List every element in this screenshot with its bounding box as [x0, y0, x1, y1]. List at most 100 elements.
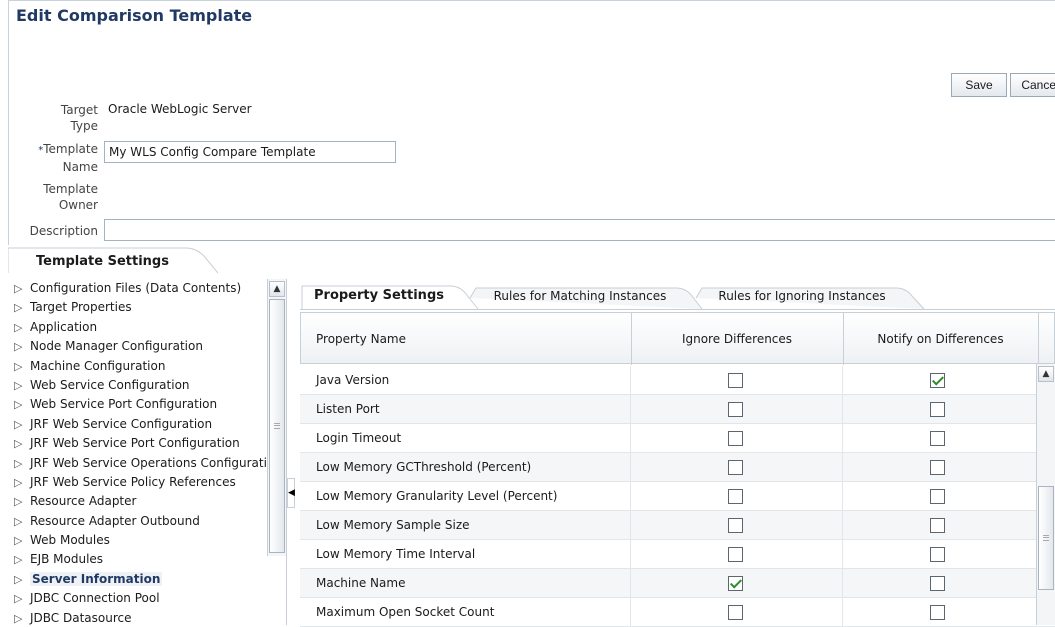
triangle-right-icon[interactable]: ▷: [14, 454, 30, 473]
ignore-differences-checkbox[interactable]: [728, 402, 743, 417]
property-name-cell: Low Memory Sample Size: [316, 518, 470, 532]
triangle-right-icon[interactable]: ▷: [14, 357, 30, 376]
triangle-right-icon[interactable]: ▷: [14, 492, 30, 511]
grid-header: Property Name Ignore Differences Notify …: [300, 312, 1055, 365]
tabs-divider: [300, 309, 1055, 310]
tree-item-label: JDBC Datasource: [30, 610, 132, 625]
triangle-right-icon[interactable]: ▷: [14, 395, 30, 414]
description-input[interactable]: [104, 219, 1055, 241]
notify-differences-checkbox[interactable]: [930, 605, 945, 620]
tree-item-label: JRF Web Service Configuration: [30, 416, 213, 431]
template-name-input[interactable]: [104, 141, 396, 163]
ignore-differences-checkbox[interactable]: [728, 489, 743, 504]
triangle-right-icon[interactable]: ▷: [14, 550, 30, 569]
tree-item[interactable]: ▷ Resource Adapter Outbound: [14, 512, 270, 531]
table-row: Low Memory Granularity Level (Percent): [300, 482, 1055, 511]
property-name-cell: Low Memory Granularity Level (Percent): [316, 489, 558, 503]
table-row: Maximum Open Socket Count: [300, 598, 1055, 627]
tree-item[interactable]: ▷ JDBC Datasource: [14, 609, 270, 625]
tree-item-label: Node Manager Configuration: [30, 339, 203, 354]
tree-item[interactable]: ▷ Server Information: [14, 570, 270, 589]
notify-differences-checkbox[interactable]: [930, 460, 945, 475]
tab-rules-ignoring[interactable]: Rules for Ignoring Instances: [702, 282, 902, 310]
ignore-differences-checkbox[interactable]: [728, 373, 743, 388]
table-row: Listen Port: [300, 395, 1055, 424]
property-name-cell: Low Memory GCThreshold (Percent): [316, 460, 532, 474]
table-row: Low Memory Sample Size: [300, 511, 1055, 540]
tab-property-settings[interactable]: Property Settings: [304, 282, 454, 310]
ignore-differences-checkbox[interactable]: [728, 431, 743, 446]
save-button[interactable]: Save: [951, 73, 1007, 97]
settings-tabs: Property Settings Rules for Matching Ins…: [300, 282, 1055, 310]
table-row: Machine Name: [300, 569, 1055, 598]
triangle-right-icon[interactable]: ▷: [14, 337, 30, 356]
arrow-up-icon[interactable]: ▲: [1038, 366, 1054, 382]
tree-item[interactable]: ▷ Web Modules: [14, 531, 270, 550]
tree-item-label: Web Service Port Configuration: [30, 397, 218, 412]
tree-item[interactable]: ▷ Target Properties: [14, 298, 270, 317]
ignore-differences-checkbox[interactable]: [728, 518, 743, 533]
column-notify-differences[interactable]: Notify on Differences: [843, 313, 1038, 365]
ignore-differences-checkbox[interactable]: [728, 547, 743, 562]
ignore-differences-checkbox[interactable]: [728, 576, 743, 591]
table-row: Low Memory GCThreshold (Percent): [300, 453, 1055, 482]
tree-item[interactable]: ▷ JRF Web Service Port Configuration: [14, 434, 270, 453]
tree-item[interactable]: ▷ Configuration Files (Data Contents): [14, 279, 270, 298]
property-name-cell: Low Memory Time Interval: [316, 547, 476, 561]
tab-rules-matching[interactable]: Rules for Matching Instances: [480, 282, 680, 310]
ignore-differences-checkbox[interactable]: [728, 605, 743, 620]
tree-scrollbar[interactable]: ▲: [267, 279, 286, 556]
tree-item-label: Resource Adapter Outbound: [30, 513, 200, 528]
grid-scrollbar[interactable]: ▲: [1036, 364, 1055, 625]
tree-item[interactable]: ▷ JDBC Connection Pool: [14, 589, 270, 608]
triangle-right-icon[interactable]: ▷: [14, 570, 30, 589]
triangle-right-icon[interactable]: ▷: [14, 279, 30, 298]
tree-item-label: Server Information: [30, 571, 163, 586]
tree-item[interactable]: ▷ Application: [14, 318, 270, 337]
triangle-right-icon[interactable]: ▷: [14, 473, 30, 492]
arrow-left-icon[interactable]: ◀: [287, 478, 295, 508]
tree-item-label: Machine Configuration: [30, 358, 166, 373]
notify-differences-checkbox[interactable]: [930, 518, 945, 533]
tree-scroll-thumb[interactable]: [269, 299, 285, 553]
triangle-right-icon[interactable]: ▷: [14, 589, 30, 608]
panel-splitter[interactable]: [286, 279, 296, 625]
tree-item[interactable]: ▷ JRF Web Service Configuration: [14, 415, 270, 434]
tree-item[interactable]: ▷ Resource Adapter: [14, 492, 270, 511]
notify-differences-checkbox[interactable]: [930, 373, 945, 388]
notify-differences-checkbox[interactable]: [930, 489, 945, 504]
notify-differences-checkbox[interactable]: [930, 402, 945, 417]
notify-differences-checkbox[interactable]: [930, 547, 945, 562]
cancel-button[interactable]: Cancel: [1010, 73, 1055, 97]
tree-item[interactable]: ▷ JRF Web Service Operations Configuratio…: [14, 454, 270, 473]
ignore-differences-checkbox[interactable]: [728, 460, 743, 475]
tree-item[interactable]: ▷ Web Service Port Configuration: [14, 395, 270, 414]
triangle-right-icon[interactable]: ▷: [14, 415, 30, 434]
triangle-right-icon[interactable]: ▷: [14, 609, 30, 625]
tree-item-label: EJB Modules: [30, 552, 104, 567]
settings-tree[interactable]: ▷ Configuration Files (Data Contents) ▷ Tar…: [14, 279, 270, 625]
tree-item[interactable]: ▷ Node Manager Configuration: [14, 337, 270, 356]
tree-item[interactable]: ▷ EJB Modules: [14, 550, 270, 569]
triangle-right-icon[interactable]: ▷: [14, 376, 30, 395]
page-title: Edit Comparison Template: [16, 6, 253, 25]
section-title: Template Settings: [36, 254, 169, 269]
grid-scroll-thumb[interactable]: [1038, 486, 1054, 590]
triangle-right-icon[interactable]: ▷: [14, 531, 30, 550]
property-name-cell: Maximum Open Socket Count: [316, 605, 495, 619]
notify-differences-checkbox[interactable]: [930, 431, 945, 446]
table-row: Java Version: [300, 366, 1055, 395]
column-property-name[interactable]: Property Name: [316, 313, 406, 365]
triangle-right-icon[interactable]: ▷: [14, 318, 30, 337]
notify-differences-checkbox[interactable]: [930, 576, 945, 591]
arrow-up-icon[interactable]: ▲: [269, 281, 285, 297]
tree-item[interactable]: ▷ Machine Configuration: [14, 357, 270, 376]
tree-item[interactable]: ▷ Web Service Configuration: [14, 376, 270, 395]
tree-item-label: JRF Web Service Operations Configuration: [30, 455, 270, 470]
triangle-right-icon[interactable]: ▷: [14, 512, 30, 531]
table-row: Low Memory Time Interval: [300, 540, 1055, 569]
tree-item[interactable]: ▷ JRF Web Service Policy References: [14, 473, 270, 492]
column-ignore-differences[interactable]: Ignore Differences: [631, 313, 843, 365]
triangle-right-icon[interactable]: ▷: [14, 434, 30, 453]
triangle-right-icon[interactable]: ▷: [14, 298, 30, 317]
